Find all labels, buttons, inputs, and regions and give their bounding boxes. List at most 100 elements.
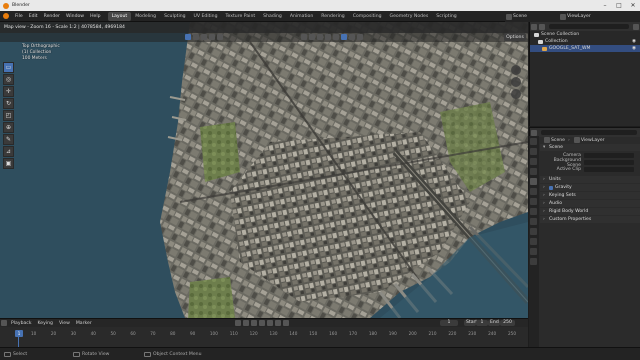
material-tab-icon[interactable] (530, 248, 537, 255)
transform-icon[interactable]: ⊕ (3, 122, 14, 133)
properties-search-input[interactable] (541, 130, 637, 135)
move-icon[interactable]: ✛ (3, 86, 14, 97)
rigid-body-panel-header[interactable]: › Rigid Body World (540, 208, 640, 215)
eye-icon[interactable]: ◉ (632, 46, 636, 51)
jump-start-icon[interactable] (243, 320, 249, 326)
add-cube-icon[interactable]: ▣ (3, 158, 14, 169)
current-frame-field[interactable]: 1 (440, 320, 458, 326)
units-panel-header[interactable]: › Units (540, 176, 640, 183)
view-layer-selector[interactable]: ViewLayer (567, 14, 591, 19)
gravity-panel-header[interactable]: › Gravity (540, 184, 640, 191)
start-frame-field[interactable]: 1 (476, 320, 488, 326)
menu-edit[interactable]: Edit (26, 14, 41, 19)
tab-compositing[interactable]: Compositing (349, 12, 386, 21)
ruler-tick-label: 110 (229, 331, 238, 336)
maximize-button[interactable]: □ (612, 0, 626, 11)
playhead-frame[interactable]: 1 (15, 330, 23, 337)
wireframe-shading-icon[interactable] (333, 34, 339, 40)
menu-marker[interactable]: Marker (73, 321, 95, 326)
outliner-editor-icon[interactable] (531, 23, 537, 30)
scene-selector[interactable]: Scene (513, 14, 559, 19)
object-mode-icon[interactable] (185, 34, 191, 40)
menu-keying[interactable]: Keying (35, 321, 56, 326)
visibility-icon[interactable] (301, 34, 307, 40)
gizmo-icon[interactable] (309, 34, 315, 40)
eye-icon[interactable]: ◉ (632, 39, 636, 44)
tab-rendering[interactable]: Rendering (317, 12, 348, 21)
editor-type-icon[interactable] (1, 320, 7, 326)
rotate-icon[interactable]: ↻ (3, 98, 14, 109)
record-icon[interactable] (235, 320, 241, 326)
gravity-checkbox[interactable] (549, 185, 553, 190)
view-layer-tab-icon[interactable] (530, 168, 537, 175)
3d-viewport[interactable]: Map view - Zoom 16 - Scale 1:2 | 4078584… (0, 22, 528, 318)
play-icon[interactable] (267, 320, 273, 326)
filter-icon[interactable] (633, 23, 639, 30)
custom-properties-panel-header[interactable]: › Custom Properties (540, 216, 640, 223)
tab-scripting[interactable]: Scripting (432, 12, 460, 21)
object-tab-icon[interactable] (530, 198, 537, 205)
timeline-body[interactable]: 10 20 30 40 50 60 70 80 90 100 110 120 130 140 150 160 1… (0, 327, 528, 347)
physics-tab-icon[interactable] (530, 218, 537, 225)
world-tab-icon[interactable] (530, 188, 537, 195)
scene-tab-icon[interactable] (530, 178, 537, 185)
scale-icon[interactable]: ◰ (3, 110, 14, 121)
jump-end-icon[interactable] (283, 320, 289, 326)
annotate-icon[interactable]: ✎ (3, 134, 14, 145)
menu-playback[interactable]: Playback (8, 321, 35, 326)
tab-modeling[interactable]: Modeling (131, 12, 160, 21)
tab-geometry-nodes[interactable]: Geometry Nodes (386, 12, 433, 21)
cursor-icon[interactable]: ◎ (3, 74, 14, 85)
render-tab-icon[interactable] (530, 148, 537, 155)
tab-shading[interactable]: Shading (259, 12, 286, 21)
background-scene-field[interactable] (584, 160, 634, 165)
camera-field[interactable] (584, 153, 634, 158)
menu-help[interactable]: Help (87, 14, 103, 19)
active-clip-field[interactable] (584, 167, 634, 172)
outliner-item-google-sat[interactable]: GOOGLE_SAT_WM ◉ (530, 45, 640, 52)
rendered-shading-icon[interactable] (357, 34, 363, 40)
audio-panel-header[interactable]: › Audio (540, 200, 640, 207)
play-reverse-icon[interactable] (259, 320, 265, 326)
scene-collection-row[interactable]: Scene Collection (530, 31, 640, 38)
tab-texture-paint[interactable]: Texture Paint (222, 12, 260, 21)
minimize-button[interactable]: – (598, 0, 612, 11)
texture-tab-icon[interactable] (530, 258, 537, 265)
keying-sets-panel-header[interactable]: › Keying Sets (540, 192, 640, 199)
data-tab-icon[interactable] (530, 238, 537, 245)
select-box-icon[interactable]: ▭ (3, 62, 14, 73)
next-keyframe-icon[interactable] (275, 320, 281, 326)
close-button[interactable]: ✕ (626, 0, 640, 11)
menu-view[interactable]: View (56, 321, 73, 326)
options-dropdown[interactable]: Options (504, 33, 526, 41)
global-orientation-icon[interactable] (193, 34, 199, 40)
solid-shading-icon[interactable] (341, 34, 347, 40)
prev-keyframe-icon[interactable] (251, 320, 257, 326)
measure-icon[interactable]: ⊿ (3, 146, 14, 157)
overlay-icon[interactable] (317, 34, 323, 40)
output-tab-icon[interactable] (530, 158, 537, 165)
snap-icon[interactable] (209, 34, 215, 40)
tab-layout[interactable]: Layout (107, 11, 132, 21)
scene-panel-header[interactable]: ▾ Scene (540, 144, 640, 151)
menu-file[interactable]: File (12, 14, 26, 19)
menu-render[interactable]: Render (41, 14, 63, 19)
xray-icon[interactable] (325, 34, 331, 40)
outliner-search-input[interactable] (549, 24, 629, 29)
navigation-gizmo[interactable] (506, 63, 526, 103)
tab-animation[interactable]: Animation (286, 12, 317, 21)
constraints-tab-icon[interactable] (530, 228, 537, 235)
modifier-tab-icon[interactable] (530, 208, 537, 215)
tool-tab-icon[interactable] (530, 138, 537, 145)
material-shading-icon[interactable] (349, 34, 355, 40)
properties-editor-icon[interactable] (531, 129, 537, 136)
display-mode-icon[interactable] (539, 23, 545, 30)
menu-window[interactable]: Window (63, 14, 87, 19)
pivot-icon[interactable] (201, 34, 207, 40)
end-frame-field[interactable]: 250 (500, 320, 515, 326)
proportional-edit-icon[interactable] (217, 34, 223, 40)
tab-uv-editing[interactable]: UV Editing (190, 12, 222, 21)
tab-sculpting[interactable]: Sculpting (160, 12, 189, 21)
outliner-item-collection[interactable]: Collection ◉ (530, 38, 640, 45)
blender-menu-icon[interactable] (3, 13, 9, 19)
